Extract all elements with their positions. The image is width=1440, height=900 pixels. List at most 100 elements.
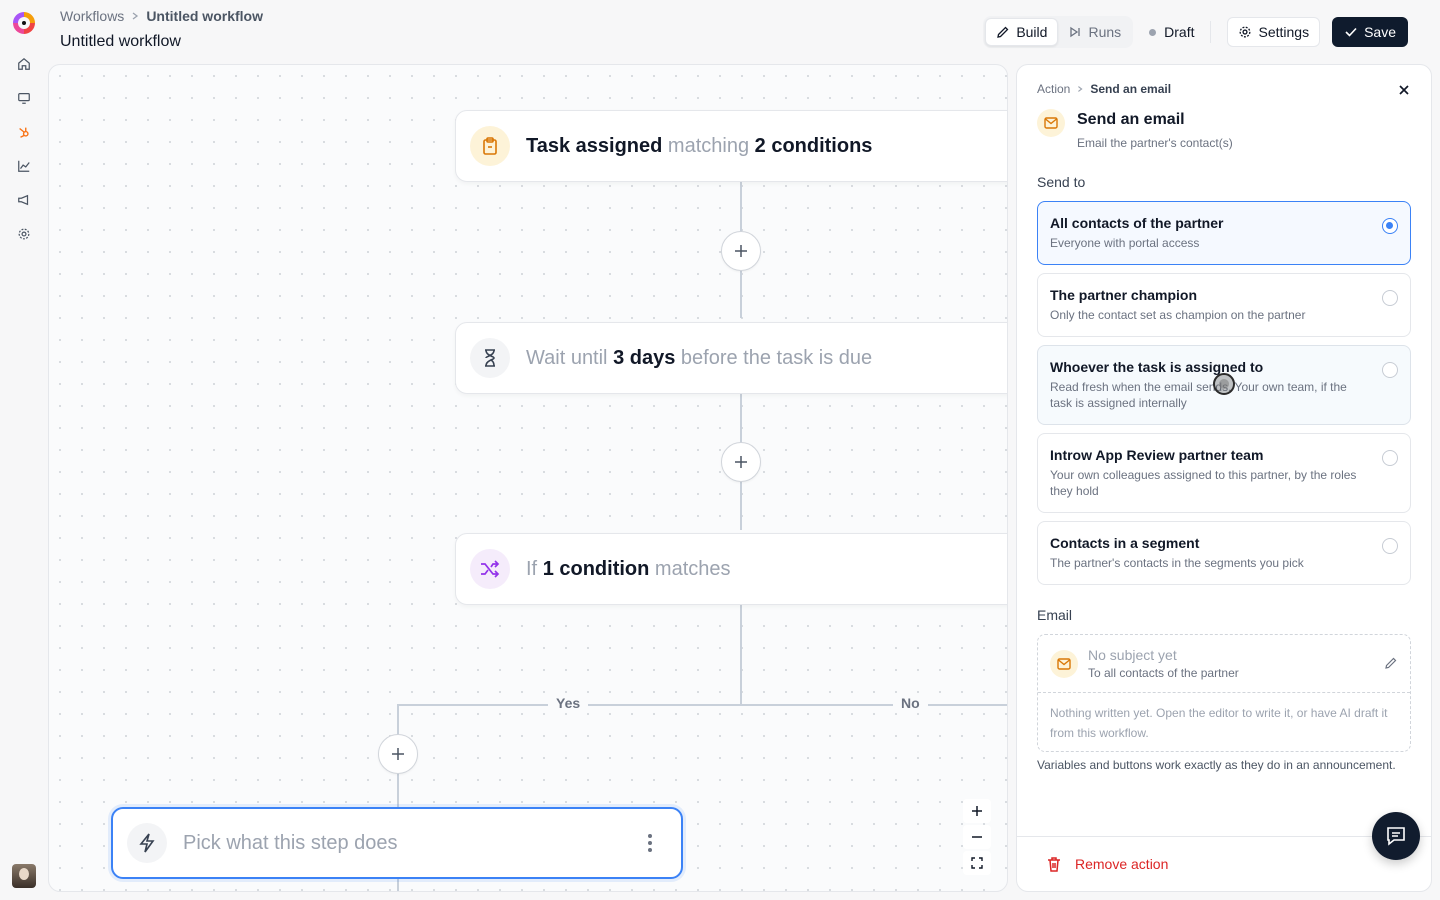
hourglass-icon [470,338,510,378]
home-icon[interactable] [16,56,32,72]
monitor-icon[interactable] [16,90,32,106]
option-title: Whoever the task is assigned to [1050,359,1264,375]
option-title: Contacts in a segment [1050,535,1200,551]
zoom-in-button[interactable] [963,799,991,823]
tab-runs-label: Runs [1088,24,1122,40]
panel-footer: Remove action [1017,836,1431,892]
add-step-button[interactable] [721,442,761,482]
shuffle-icon [470,549,510,589]
chat-button[interactable] [1372,812,1420,860]
pencil-icon[interactable] [1384,656,1398,670]
connector [397,877,399,891]
wait-node[interactable]: Wait until 3 days before the task is due [455,322,1007,394]
tab-runs[interactable]: Runs [1058,18,1131,46]
email-subject: No subject yet [1088,647,1177,663]
hubspot-icon[interactable] [16,124,32,140]
panel-breadcrumb-action[interactable]: Action [1037,82,1070,96]
add-step-button[interactable] [721,231,761,271]
skip-forward-icon [1070,26,1081,38]
option-title: All contacts of the partner [1050,215,1224,231]
panel-subtitle: Email the partner's contact(s) [1077,136,1233,150]
zoom-out-button[interactable] [963,825,991,849]
zoom-controls [963,799,991,875]
mail-icon [1037,109,1065,137]
check-icon [1345,27,1357,37]
email-editor-card[interactable]: No subject yet To all contacts of the pa… [1037,634,1411,752]
gear-icon[interactable] [16,226,32,242]
chevron-right-icon [1078,86,1083,92]
option-desc: The partner's contacts in the segments y… [1050,556,1304,570]
status-dot [1149,28,1157,36]
option-desc: Your own colleagues assigned to this par… [1050,468,1357,498]
panel-breadcrumb: Action Send an email [1037,82,1171,96]
save-button[interactable]: Save [1332,17,1408,47]
recipient-option-champion[interactable]: The partner champion Only the contact se… [1037,273,1411,337]
connector [740,605,742,705]
email-recipients: To all contacts of the partner [1088,666,1239,680]
panel-breadcrumb-current: Send an email [1090,82,1172,96]
save-label: Save [1364,24,1396,40]
recipient-option-partner-team[interactable]: Introw App Review partner team Your own … [1037,433,1411,513]
settings-button[interactable]: Settings [1227,17,1321,47]
variables-note: Variables and buttons work exactly as th… [1037,758,1396,772]
remove-action-button[interactable]: Remove action [1047,856,1168,872]
fit-view-button[interactable] [963,851,991,875]
option-desc: Read fresh when the email sends. Your ow… [1050,380,1347,410]
recipient-option-all-contacts[interactable]: All contacts of the partner Everyone wit… [1037,201,1411,265]
plus-icon [972,806,982,816]
empty-step-text: Pick what this step does [183,831,398,854]
tab-build[interactable]: Build [985,18,1059,46]
workflow-canvas[interactable]: Task assigned matching 2 conditions Wait… [48,64,1008,892]
plus-icon [392,748,404,760]
more-icon[interactable] [647,834,653,852]
option-title: The partner champion [1050,287,1198,303]
add-step-button[interactable] [378,734,418,774]
option-desc: Everyone with portal access [1050,236,1200,250]
plus-icon [735,245,747,257]
breadcrumb: Workflows Untitled workflow [60,8,263,24]
pencil-icon [997,26,1009,38]
clipboard-icon [470,126,510,166]
fullscreen-icon [971,857,983,869]
status-badge: Draft [1149,24,1194,40]
radio-selected[interactable] [1382,218,1398,234]
mouse-cursor [1213,373,1235,395]
page-title[interactable]: Untitled workflow [60,33,181,51]
minus-icon [972,836,982,838]
left-rail [0,0,48,900]
view-switch: Build Runs [983,16,1134,48]
status-label: Draft [1164,24,1195,40]
condition-node[interactable]: If 1 condition matches [455,533,1007,605]
branch-no-label: No [893,695,928,711]
close-icon[interactable] [1397,83,1411,97]
recipient-option-segment[interactable]: Contacts in a segment The partner's cont… [1037,521,1411,585]
tab-build-label: Build [1016,24,1048,40]
radio[interactable] [1382,362,1398,378]
megaphone-icon[interactable] [16,192,32,208]
email-header: No subject yet To all contacts of the pa… [1038,635,1410,693]
condition-text: If 1 condition matches [526,557,731,580]
lightning-icon [127,823,167,863]
settings-label: Settings [1258,24,1310,40]
empty-step-node[interactable]: Pick what this step does [111,807,683,879]
trigger-node[interactable]: Task assigned matching 2 conditions [455,110,1007,182]
gear-icon [1240,26,1251,38]
mail-icon [1050,650,1078,678]
remove-action-label: Remove action [1075,856,1169,872]
radio[interactable] [1382,538,1398,554]
top-actions: Build Runs Draft Settings Save [983,16,1408,48]
avatar[interactable] [12,864,36,888]
breadcrumb-workflows[interactable]: Workflows [60,8,124,24]
trigger-text: Task assigned matching 2 conditions [526,134,873,157]
radio[interactable] [1382,450,1398,466]
branch-yes-label: Yes [548,695,589,711]
email-label: Email [1037,607,1073,623]
radio[interactable] [1382,290,1398,306]
chart-icon[interactable] [16,158,32,174]
app-logo[interactable] [13,12,35,34]
plus-icon [735,456,747,468]
breadcrumb-current: Untitled workflow [146,8,263,24]
divider [1210,21,1212,43]
chat-icon [1387,827,1405,846]
chevron-right-icon [132,12,139,20]
